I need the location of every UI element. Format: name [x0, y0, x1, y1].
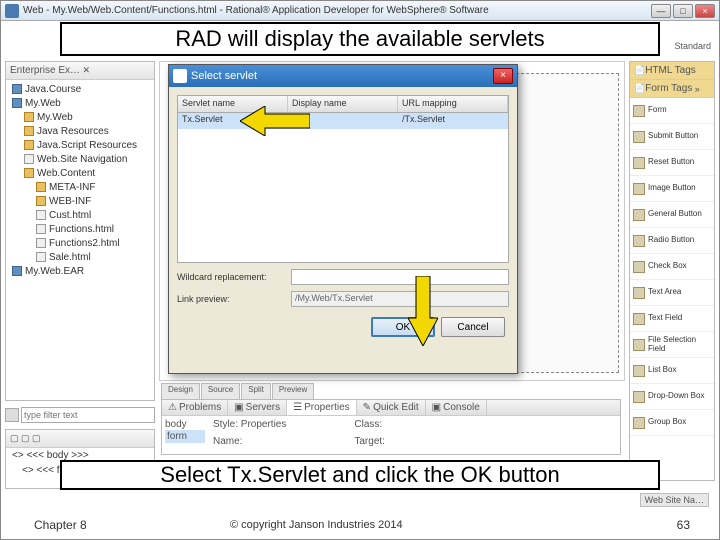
col-url-mapping: URL mapping	[398, 96, 508, 112]
tab-console[interactable]: ▣Console	[426, 400, 487, 415]
copyright-label: © copyright Janson Industries 2014	[230, 519, 403, 531]
chapter-label: Chapter 8	[34, 518, 87, 532]
tree-item[interactable]: My.Web.EAR	[8, 264, 152, 278]
enterprise-explorer: Enterprise Ex… ✕ Java.Course My.Web My.W…	[5, 61, 155, 401]
palette-header-html[interactable]: 📄 HTML Tags	[630, 62, 714, 80]
tab-split[interactable]: Split	[241, 383, 271, 399]
instruction-callout-bottom: Select Tx.Servlet and click the OK butto…	[60, 460, 660, 490]
cell-url-mapping: /Tx.Servlet	[398, 113, 508, 129]
tab-design[interactable]: Design	[161, 383, 200, 399]
bottom-right-tab[interactable]: Web Site Na…	[640, 493, 709, 507]
crumb-body[interactable]: body	[165, 419, 205, 430]
tab-problems[interactable]: ⚠Problems	[162, 400, 228, 415]
tree-item[interactable]: Sale.html	[8, 250, 152, 264]
palette-item[interactable]: Radio Button	[630, 228, 714, 254]
tree-item[interactable]: WEB-INF	[8, 194, 152, 208]
tree-item[interactable]: Java.Course	[8, 82, 152, 96]
main-titlebar: Web - My.Web/Web.Content/Functions.html …	[1, 1, 719, 21]
palette-item[interactable]: List Box	[630, 358, 714, 384]
tree-item[interactable]: Functions2.html	[8, 236, 152, 250]
editor-mode-tabs: Design Source Split Preview	[161, 383, 621, 399]
palette-item[interactable]: General Button	[630, 202, 714, 228]
palette-item[interactable]: Submit Button	[630, 124, 714, 150]
palette-item[interactable]: Text Field	[630, 306, 714, 332]
linkpreview-value: /My.Web/Tx.Servlet	[291, 291, 509, 307]
palette-item[interactable]: File Selection Field	[630, 332, 714, 358]
palette-item[interactable]: Group Box	[630, 410, 714, 436]
palette-item[interactable]: Form	[630, 98, 714, 124]
arrow-down-icon	[408, 276, 438, 346]
wildcard-label: Wildcard replacement:	[177, 272, 287, 282]
outline-toolbar: ▢ ▢ ▢	[6, 430, 154, 448]
project-tree[interactable]: Java.Course My.Web My.Web Java Resources…	[6, 80, 154, 280]
wildcard-input[interactable]	[291, 269, 509, 285]
window-title: Web - My.Web/Web.Content/Functions.html …	[23, 5, 651, 16]
maximize-button[interactable]: □	[673, 4, 693, 18]
filter-icon	[5, 408, 19, 422]
dialog-title: Select servlet	[191, 70, 493, 82]
tree-item[interactable]: Cust.html	[8, 208, 152, 222]
palette-item[interactable]: Image Button	[630, 176, 714, 202]
palette-item[interactable]: Text Area	[630, 280, 714, 306]
select-servlet-dialog: Select servlet × Servlet name Display na…	[168, 64, 518, 374]
palette-header-form[interactable]: 📄 Form Tags »	[630, 80, 714, 98]
servlet-table[interactable]: Tx.Servlet /Tx.Servlet	[177, 113, 509, 263]
minimize-button[interactable]: —	[651, 4, 671, 18]
cancel-button[interactable]: Cancel	[441, 317, 505, 337]
tab-source[interactable]: Source	[201, 383, 240, 399]
tree-item[interactable]: Web.Content	[8, 166, 152, 180]
palette-item[interactable]: Drop-Down Box	[630, 384, 714, 410]
tab-properties[interactable]: ☰Properties	[287, 400, 357, 415]
tree-item[interactable]: META-INF	[8, 180, 152, 194]
slide-footer: Chapter 8 © copyright Janson Industries …	[0, 514, 720, 536]
dialog-titlebar: Select servlet ×	[169, 65, 517, 87]
tree-item[interactable]: My.Web	[8, 110, 152, 124]
perspective-label[interactable]: Standard	[674, 41, 711, 51]
crumb-form[interactable]: form	[165, 430, 205, 443]
tab-preview[interactable]: Preview	[272, 383, 314, 399]
palette-item[interactable]: Check Box	[630, 254, 714, 280]
type-filter-input[interactable]	[21, 407, 155, 423]
dialog-close-button[interactable]: ×	[493, 68, 513, 84]
palette-panel: 📄 HTML Tags 📄 Form Tags » Form Submit Bu…	[629, 61, 715, 481]
servlet-table-header: Servlet name Display name URL mapping	[177, 95, 509, 113]
tree-item[interactable]: Functions.html	[8, 222, 152, 236]
servlet-row-selected[interactable]: Tx.Servlet /Tx.Servlet	[178, 113, 508, 129]
palette-item[interactable]: Reset Button	[630, 150, 714, 176]
tree-item[interactable]: My.Web	[8, 96, 152, 110]
tab-servers[interactable]: ▣Servers	[228, 400, 287, 415]
explorer-tab[interactable]: Enterprise Ex… ✕	[6, 62, 154, 80]
bottom-panel: ⚠Problems ▣Servers ☰Properties ✎Quick Ed…	[161, 399, 621, 455]
tree-item[interactable]: Web.Site Navigation	[8, 152, 152, 166]
app-icon	[5, 4, 19, 18]
tree-item[interactable]: Java Resources	[8, 124, 152, 138]
dialog-icon	[173, 69, 187, 83]
arrow-left-icon	[240, 106, 310, 136]
linkpreview-label: Link preview:	[177, 294, 287, 304]
instruction-callout-top: RAD will display the available servlets	[60, 22, 660, 56]
tree-item[interactable]: Java.Script Resources	[8, 138, 152, 152]
page-number: 63	[677, 518, 690, 532]
close-button[interactable]: ×	[695, 4, 715, 18]
type-filter-bar	[5, 405, 155, 425]
tab-quickedit[interactable]: ✎Quick Edit	[357, 400, 426, 415]
